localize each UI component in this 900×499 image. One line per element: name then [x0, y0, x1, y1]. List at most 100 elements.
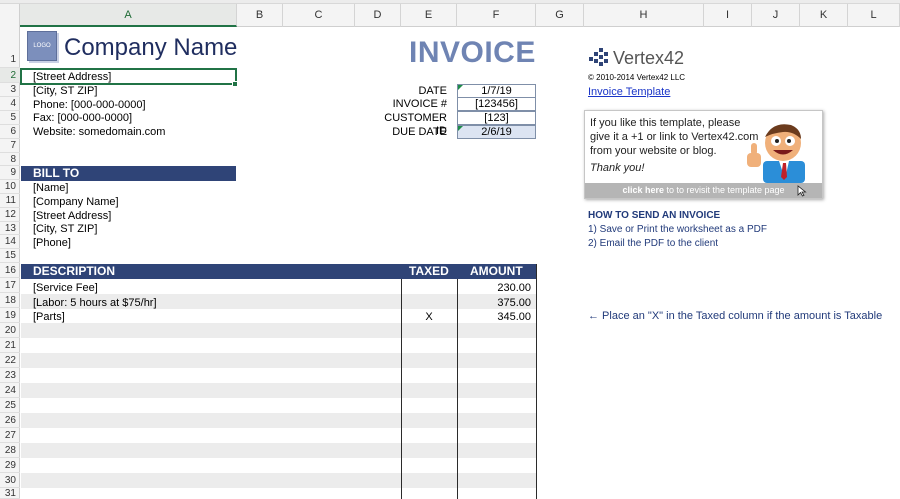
column-header-h[interactable]: H	[584, 4, 704, 27]
bill-to-phone[interactable]: [Phone]	[33, 236, 71, 250]
column-header-bar: A B C D E F G H I J K L	[0, 0, 900, 27]
row-header-19[interactable]: 19	[0, 308, 20, 323]
row-header-12[interactable]: 12	[0, 208, 20, 222]
row-header-7[interactable]: 7	[0, 139, 20, 153]
column-header-b[interactable]: B	[237, 4, 283, 27]
row-header-27[interactable]: 27	[0, 428, 20, 443]
column-header-k[interactable]: K	[800, 4, 848, 27]
invoice-number-value[interactable]: [123456]	[457, 97, 536, 111]
row-header-20[interactable]: 20	[0, 323, 20, 338]
column-header-f[interactable]: F	[457, 4, 536, 27]
promo-footer-link[interactable]: click here to to revisit the template pa…	[585, 183, 822, 198]
column-header-e[interactable]: E	[401, 4, 457, 27]
row-header-13[interactable]: 13	[0, 222, 20, 235]
row-header-22[interactable]: 22	[0, 353, 20, 368]
column-header-g[interactable]: G	[536, 4, 584, 27]
company-city[interactable]: [City, ST ZIP]	[33, 84, 97, 98]
row-header-2[interactable]: 2	[0, 68, 20, 83]
row-header-8[interactable]: 8	[0, 153, 20, 166]
due-date-value[interactable]: 2/6/19	[457, 125, 536, 139]
company-phone[interactable]: Phone: [000-000-0000]	[33, 98, 146, 112]
howto-title: HOW TO SEND AN INVOICE	[588, 210, 721, 221]
row-header-10[interactable]: 10	[0, 180, 20, 194]
taxed-header[interactable]: TAXED	[409, 264, 449, 279]
taxed-column-border	[401, 279, 402, 499]
howto-step: 1) Save or Print the worksheet as a PDF	[588, 224, 767, 235]
row-header-11[interactable]: 11	[0, 194, 20, 208]
taxed-tip: ← Place an "X" in the Taxed column if th…	[588, 310, 883, 322]
comment-indicator	[458, 85, 463, 90]
amount-column-border	[457, 279, 458, 499]
company-name[interactable]: Company Name	[64, 33, 237, 63]
promo-click-text[interactable]: click here	[622, 185, 664, 195]
vertex42-logo[interactable]: Vertex42	[587, 45, 707, 69]
item-amount[interactable]: 345.00	[457, 310, 531, 324]
row-header-5[interactable]: 5	[0, 111, 20, 125]
amount-header[interactable]: AMOUNT	[470, 264, 523, 279]
table-right-border	[536, 264, 537, 499]
promo-line: from your website or blog.	[590, 145, 717, 157]
column-header-j[interactable]: J	[752, 4, 800, 27]
promo-box[interactable]: If you like this template, please give i…	[584, 110, 823, 199]
promo-line: If you like this template, please	[590, 117, 741, 129]
row-header-4[interactable]: 4	[0, 97, 20, 111]
column-header-c[interactable]: C	[283, 4, 355, 27]
row-header-24[interactable]: 24	[0, 383, 20, 398]
row-header-9[interactable]: 9	[0, 166, 20, 180]
row-header-21[interactable]: 21	[0, 338, 20, 353]
row-header-3[interactable]: 3	[0, 83, 20, 97]
row-header-1[interactable]: 1	[0, 27, 20, 68]
due-date-value-text: 2/6/19	[481, 126, 512, 138]
vertex42-wordmark: Vertex42	[613, 48, 684, 68]
invoice-number-label: INVOICE #	[392, 98, 447, 110]
table-row-stripe	[21, 443, 536, 458]
select-all-corner[interactable]	[0, 4, 20, 27]
item-amount[interactable]: 375.00	[457, 296, 531, 310]
row-header-16[interactable]: 16	[0, 263, 20, 278]
bill-to-header[interactable]: BILL TO	[21, 166, 236, 181]
row-header-30[interactable]: 30	[0, 473, 20, 488]
invoice-title[interactable]: INVOICE	[409, 36, 536, 70]
promo-thanks: Thank you!	[590, 162, 645, 174]
row-header-29[interactable]: 29	[0, 458, 20, 473]
row-header-23[interactable]: 23	[0, 368, 20, 383]
row-header-14[interactable]: 14	[0, 235, 20, 249]
column-header-l[interactable]: L	[848, 4, 900, 27]
promo-line: give it a +1 or link to Vertex42.com	[590, 131, 759, 143]
row-header-17[interactable]: 17	[0, 278, 20, 293]
item-description[interactable]: [Parts]	[33, 310, 65, 324]
table-row-stripe	[21, 383, 536, 398]
date-value[interactable]: 1/7/19	[457, 84, 536, 98]
date-value-text: 1/7/19	[481, 85, 512, 97]
logo-placeholder[interactable]: LOGO	[27, 31, 57, 61]
item-description[interactable]: [Labor: 5 hours at $75/hr]	[33, 296, 157, 310]
row-header-31[interactable]: 31	[0, 488, 20, 499]
bill-to-city[interactable]: [City, ST ZIP]	[33, 222, 97, 236]
row-header-15[interactable]: 15	[0, 249, 20, 263]
row-header-6[interactable]: 6	[0, 125, 20, 139]
table-row-stripe	[21, 353, 536, 368]
invoice-template-link[interactable]: Invoice Template	[588, 86, 670, 98]
column-header-a[interactable]: A	[20, 4, 237, 27]
column-header-i[interactable]: I	[704, 4, 752, 27]
item-description[interactable]: [Service Fee]	[33, 281, 98, 295]
company-website[interactable]: Website: somedomain.com	[33, 125, 165, 139]
description-header[interactable]: DESCRIPTION	[33, 264, 115, 279]
item-taxed[interactable]: X	[401, 310, 457, 324]
item-amount[interactable]: 230.00	[457, 281, 531, 295]
bill-to-company[interactable]: [Company Name]	[33, 195, 119, 209]
bill-to-street[interactable]: [Street Address]	[33, 209, 111, 223]
row-header-18[interactable]: 18	[0, 293, 20, 308]
column-header-d[interactable]: D	[355, 4, 401, 27]
items-header-row: DESCRIPTION TAXED AMOUNT	[21, 264, 536, 279]
table-row-stripe	[21, 473, 536, 488]
row-header-26[interactable]: 26	[0, 413, 20, 428]
bill-to-name[interactable]: [Name]	[33, 181, 68, 195]
customer-id-value[interactable]: [123]	[457, 111, 536, 125]
active-cell-selection[interactable]	[20, 68, 237, 85]
mascot-thumbs-up-icon	[747, 124, 805, 183]
fill-handle[interactable]	[232, 81, 238, 87]
company-fax[interactable]: Fax: [000-000-0000]	[33, 111, 132, 125]
row-header-28[interactable]: 28	[0, 443, 20, 458]
row-header-25[interactable]: 25	[0, 398, 20, 413]
